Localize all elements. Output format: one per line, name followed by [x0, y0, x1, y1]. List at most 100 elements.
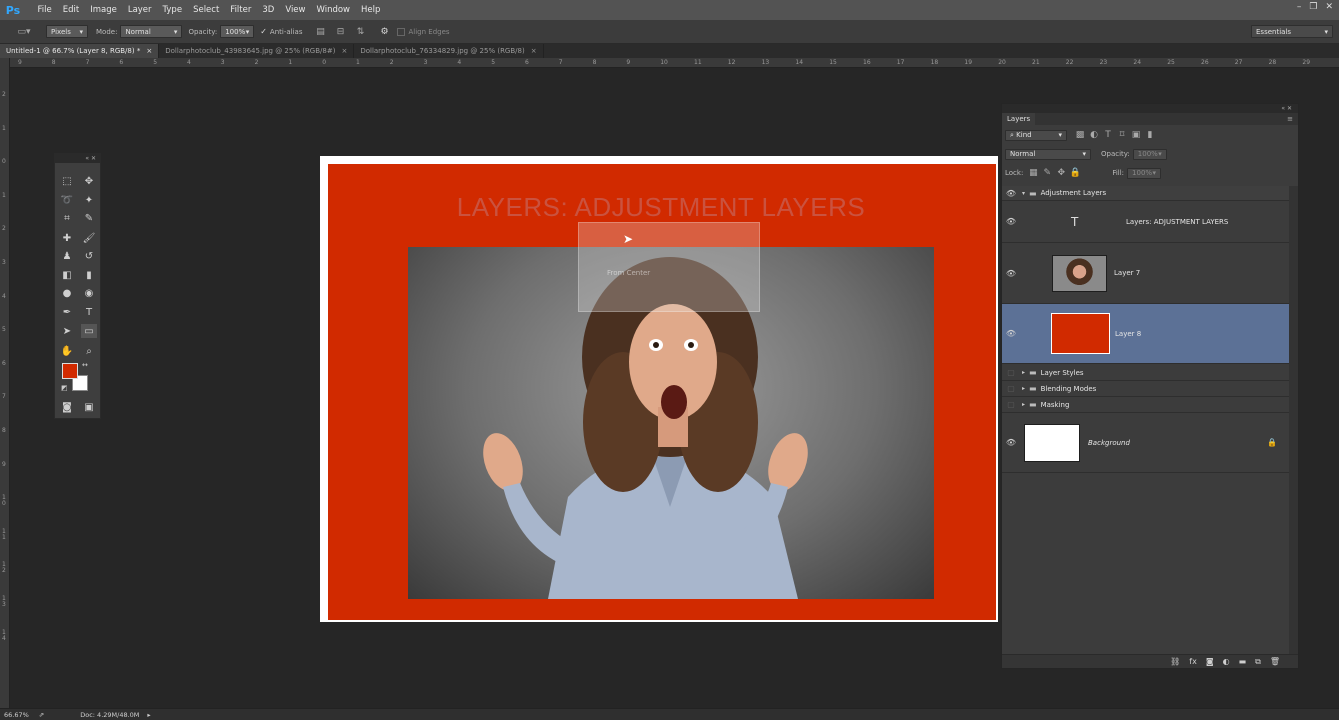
eye-icon[interactable]: 👁	[1002, 329, 1020, 338]
history-brush-icon[interactable]: ↺	[81, 249, 97, 263]
export-icon[interactable]: ⇗	[39, 711, 44, 719]
rectangle-tool-preset-icon[interactable]: ▭▾	[14, 26, 34, 38]
tab-close-icon[interactable]: ×	[341, 47, 347, 55]
menu-select[interactable]: Select	[188, 0, 225, 20]
menu-window[interactable]: Window	[311, 0, 356, 20]
blur-tool-icon[interactable]: ●	[59, 286, 75, 300]
gear-icon[interactable]: ⚙	[377, 26, 391, 38]
layer-8[interactable]: 👁 Layer 8	[1002, 304, 1289, 364]
eye-icon[interactable]: 👁	[1002, 269, 1020, 278]
status-menu-icon[interactable]: ▸	[147, 711, 150, 719]
chevron-right-icon[interactable]: ▸	[1022, 401, 1025, 408]
eye-icon[interactable]: 👁	[1002, 217, 1020, 226]
menu-view[interactable]: View	[280, 0, 311, 20]
lock-all-icon[interactable]: 🔒	[1068, 167, 1082, 179]
horizontal-ruler[interactable]: 9 8 7 6 5 4 3 2 1 0 1 2 3 4 5 6 7 8 9 10 11 12 13 14 15 16 17 18 19 2…	[10, 58, 1339, 68]
new-layer-icon[interactable]: ⧉	[1255, 657, 1261, 667]
foreground-color-swatch[interactable]	[62, 363, 78, 379]
default-colors-icon[interactable]: ◩	[61, 384, 68, 392]
hand-tool-icon[interactable]: ✋	[59, 344, 75, 358]
quick-mask-icon[interactable]: ◙	[59, 400, 75, 414]
healing-brush-icon[interactable]: ✚	[59, 231, 75, 245]
menu-file[interactable]: File	[32, 0, 57, 20]
workspace-dropdown[interactable]: Essentials ▾	[1251, 25, 1333, 38]
style-dropdown[interactable]: Pixels ▾	[46, 25, 88, 38]
layers-panel-header[interactable]: « ✕	[1002, 104, 1298, 113]
menu-type[interactable]: Type	[157, 0, 188, 20]
layer-group-adjustment-layers[interactable]: 👁 ▾ ▬ Adjustment Layers	[1002, 186, 1289, 201]
tab-close-icon[interactable]: ×	[531, 47, 537, 55]
menu-filter[interactable]: Filter	[225, 0, 257, 20]
path-arrangement-icon[interactable]: ⇅	[353, 26, 367, 38]
tab-dollarphotoclub-76334829[interactable]: Dollarphotoclub_76334829.jpg @ 25% (RGB/…	[354, 44, 544, 58]
filter-kind-dropdown[interactable]: ⌕ Kind ▾	[1005, 129, 1067, 141]
menu-edit[interactable]: Edit	[57, 0, 84, 20]
chevron-down-icon[interactable]: ▾	[1022, 190, 1025, 197]
zoom-level[interactable]: 66.67%	[4, 711, 29, 719]
move-tool-icon[interactable]: ✥	[81, 174, 97, 188]
tab-close-icon[interactable]: ×	[146, 47, 152, 55]
eye-icon[interactable]: 👁	[1002, 189, 1020, 198]
maximize-icon[interactable]: ❐	[1309, 2, 1317, 12]
filter-pixel-icon[interactable]: ▩	[1073, 129, 1087, 141]
new-group-icon[interactable]: ▬	[1239, 657, 1247, 666]
dodge-tool-icon[interactable]: ◉	[81, 286, 97, 300]
mode-dropdown[interactable]: Normal ▾	[120, 25, 183, 38]
swap-colors-icon[interactable]: ↔	[82, 361, 88, 369]
link-layers-icon[interactable]: ⛓	[1170, 657, 1180, 666]
chevron-right-icon[interactable]: ▸	[1022, 369, 1025, 376]
fx-icon[interactable]: fx	[1189, 657, 1197, 666]
lock-transparent-icon[interactable]: ▦	[1026, 167, 1040, 179]
layer-group-layer-styles[interactable]: ▢ ▸ ▬ Layer Styles	[1002, 365, 1289, 381]
filter-shape-icon[interactable]: ⌑	[1115, 129, 1129, 141]
layer-group-masking[interactable]: ▢ ▸ ▬ Masking	[1002, 397, 1289, 413]
magic-wand-icon[interactable]: ✦	[81, 193, 97, 207]
eye-hidden-icon[interactable]: ▢	[1002, 368, 1020, 377]
path-alignment-icon[interactable]: ⊟	[333, 26, 347, 38]
zoom-tool-icon[interactable]: ⌕	[81, 344, 97, 358]
filter-smart-object-icon[interactable]: ▣	[1129, 129, 1143, 141]
filter-adjustment-icon[interactable]: ◐	[1087, 129, 1101, 141]
type-tool-icon[interactable]: T	[81, 305, 97, 319]
tab-dollarphotoclub-43983645[interactable]: Dollarphotoclub_43983645.jpg @ 25% (RGB/…	[159, 44, 355, 58]
opacity-field[interactable]: 100% ▾	[220, 25, 255, 38]
checkbox-checked-icon[interactable]: ✓	[260, 27, 267, 36]
adjustment-layer-icon[interactable]: ◐	[1223, 657, 1230, 666]
crop-tool-icon[interactable]: ⌗	[59, 211, 75, 225]
tools-panel-header[interactable]: « ✕	[55, 154, 100, 163]
menu-help[interactable]: Help	[356, 0, 386, 20]
eraser-tool-icon[interactable]: ◧	[59, 268, 75, 282]
path-operations-icon[interactable]: ▤	[313, 26, 327, 38]
filter-type-icon[interactable]: T	[1101, 129, 1115, 141]
add-mask-icon[interactable]: ◙	[1206, 657, 1214, 666]
layer-text[interactable]: 👁 T Layers: ADJUSTMENT LAYERS	[1002, 201, 1289, 243]
menu-image[interactable]: Image	[85, 0, 123, 20]
layer-background[interactable]: 👁 Background 🔒	[1002, 413, 1289, 473]
eyedropper-icon[interactable]: ✎	[81, 211, 97, 225]
layers-scrollbar[interactable]	[1289, 186, 1298, 656]
minimize-icon[interactable]: –	[1297, 2, 1302, 12]
path-selection-icon[interactable]: ➤	[59, 324, 75, 338]
rectangle-tool-icon[interactable]: ▭	[81, 324, 97, 338]
tab-untitled-1[interactable]: Untitled-1 @ 66.7% (Layer 8, RGB/8) * ×	[0, 44, 160, 58]
brush-tool-icon[interactable]: 🖌	[81, 231, 97, 245]
marquee-tool-icon[interactable]: ⬚	[59, 174, 75, 188]
document-canvas[interactable]: From Center LAYERS: ADJUSTMENT LAYERS ➤	[320, 156, 998, 622]
chevron-right-icon[interactable]: ▸	[1022, 385, 1025, 392]
pen-tool-icon[interactable]: ✒	[59, 305, 75, 319]
tab-layers[interactable]: Layers	[1002, 113, 1036, 125]
eye-hidden-icon[interactable]: ▢	[1002, 384, 1020, 393]
close-icon[interactable]: ✕	[1325, 2, 1333, 12]
eye-icon[interactable]: 👁	[1002, 438, 1020, 447]
layer-group-blending-modes[interactable]: ▢ ▸ ▬ Blending Modes	[1002, 381, 1289, 397]
clone-stamp-icon[interactable]: ♟	[59, 249, 75, 263]
gradient-tool-icon[interactable]: ▮	[81, 268, 97, 282]
menu-3d[interactable]: 3D	[257, 0, 280, 20]
fill-field[interactable]: 100% ▾	[1127, 167, 1162, 179]
screen-mode-icon[interactable]: ▣	[81, 400, 97, 414]
align-edges-checkbox[interactable]	[397, 27, 406, 36]
trash-icon[interactable]: 🗑	[1270, 657, 1280, 666]
filter-toggle-icon[interactable]: ▮	[1143, 129, 1157, 141]
lock-position-icon[interactable]: ✥	[1054, 167, 1068, 179]
layer-opacity-field[interactable]: 100% ▾	[1132, 148, 1167, 160]
